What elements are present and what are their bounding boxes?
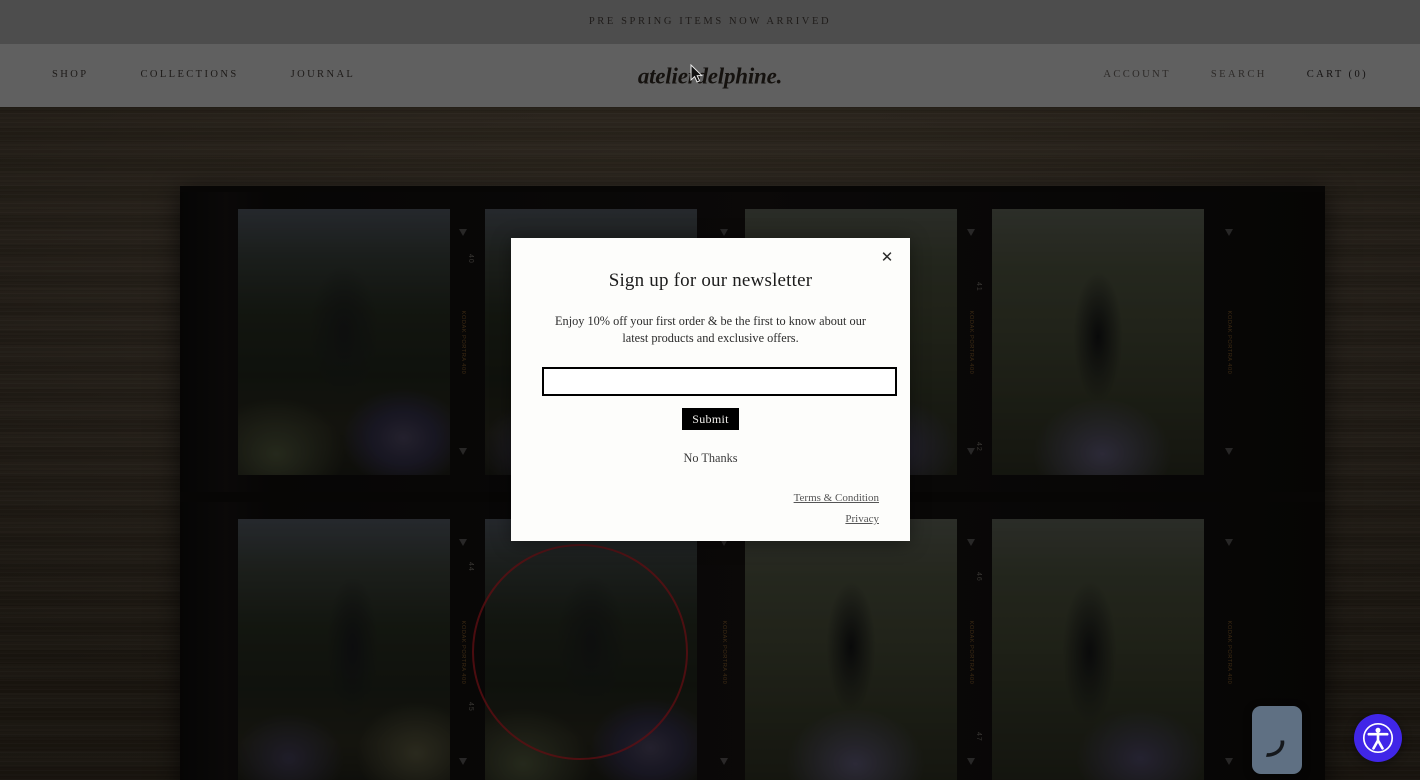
modal-subtitle: Enjoy 10% off your first order & be the … (555, 313, 866, 346)
nav-item-cart[interactable]: CART (0) (1307, 70, 1368, 81)
privacy-link[interactable]: Privacy (794, 509, 879, 530)
main-navigation: SHOP COLLECTIONS JOURNAL atelierdelphine… (0, 44, 1420, 107)
close-icon[interactable]: ✕ (874, 244, 900, 270)
terms-and-condition-link[interactable]: Terms & Condition (794, 488, 879, 509)
nav-item-account[interactable]: ACCOUNT (1103, 70, 1171, 81)
nav-item-collections[interactable]: COLLECTIONS (140, 70, 238, 81)
site-header: PRE SPRING ITEMS NOW ARRIVED SHOP COLLEC… (0, 0, 1420, 107)
modal-title: Sign up for our newsletter (608, 270, 813, 291)
page-root: KODAK PORTRA 400 KODAK PORTRA 400 KODAK … (0, 0, 1420, 780)
nav-item-journal[interactable]: JOURNAL (291, 70, 356, 81)
nav-item-search[interactable]: SEARCH (1211, 70, 1267, 81)
no-thanks-button[interactable]: No Thanks (683, 451, 737, 464)
announcement-bar: PRE SPRING ITEMS NOW ARRIVED (0, 0, 1420, 44)
modal-legal-links: Terms & Condition Privacy (794, 488, 879, 530)
nav-right-group: ACCOUNT SEARCH CART (0) (1103, 70, 1368, 81)
announcement-text: PRE SPRING ITEMS NOW ARRIVED (588, 15, 832, 27)
nav-item-shop[interactable]: SHOP (52, 70, 88, 81)
accessibility-person-icon (1362, 722, 1394, 754)
newsletter-modal: ✕ Sign up for our newsletter Enjoy 10% o… (511, 238, 910, 541)
submit-button[interactable]: Submit (682, 407, 739, 430)
email-input[interactable] (542, 366, 897, 396)
accessibility-tab-glyph[interactable]: ر (1252, 706, 1302, 774)
accessibility-widget-button[interactable] (1354, 714, 1402, 762)
nav-left-group: SHOP COLLECTIONS JOURNAL (52, 70, 355, 81)
brand-logo[interactable]: atelierdelphine. (638, 64, 783, 87)
